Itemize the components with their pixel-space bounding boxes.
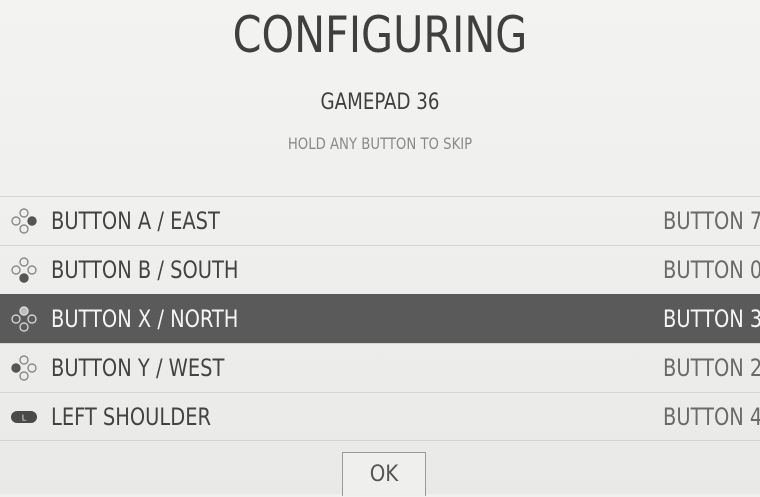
mapping-value: BUTTON 4 (662, 402, 760, 431)
mapping-row-button-a[interactable]: BUTTON A / EAST BUTTON 7 (0, 196, 760, 245)
mapping-label: BUTTON X / NORTH (51, 305, 239, 333)
mapping-value: BUTTON 0 (662, 256, 760, 284)
mapping-row-button-b[interactable]: BUTTON B / SOUTH BUTTON 0 (0, 245, 760, 294)
mapping-row-left-shoulder[interactable]: L LEFT SHOULDER BUTTON 4 (0, 392, 760, 441)
mapping-label: BUTTON B / SOUTH (51, 256, 239, 284)
mapping-list: BUTTON A / EAST BUTTON 7 BUTTON B / SOUT… (0, 196, 760, 441)
dpad-west-icon (11, 355, 37, 381)
dpad-north-icon (11, 306, 37, 332)
ok-button[interactable]: OK (342, 452, 426, 496)
dpad-east-icon (11, 208, 37, 234)
device-name: GAMEPAD 36 (320, 90, 440, 115)
mapping-label: LEFT SHOULDER (51, 402, 211, 431)
mapping-value: BUTTON 3 (662, 305, 760, 333)
configure-input-screen: CONFIGURING GAMEPAD 36 HOLD ANY BUTTON T… (0, 0, 760, 496)
skip-hint: HOLD ANY BUTTON TO SKIP (287, 134, 473, 153)
mapping-label: BUTTON Y / WEST (51, 354, 225, 382)
left-shoulder-icon: L (11, 410, 37, 423)
page-title: CONFIGURING (232, 6, 528, 64)
mapping-row-button-y[interactable]: BUTTON Y / WEST BUTTON 2 (0, 343, 760, 392)
mapping-label: BUTTON A / EAST (51, 207, 220, 235)
dpad-south-icon (11, 257, 37, 283)
mapping-value: BUTTON 2 (662, 354, 760, 382)
left-shoulder-icon-letter: L (22, 413, 27, 422)
mapping-value: BUTTON 7 (662, 207, 760, 235)
mapping-row-button-x[interactable]: BUTTON X / NORTH BUTTON 3 (0, 294, 760, 343)
